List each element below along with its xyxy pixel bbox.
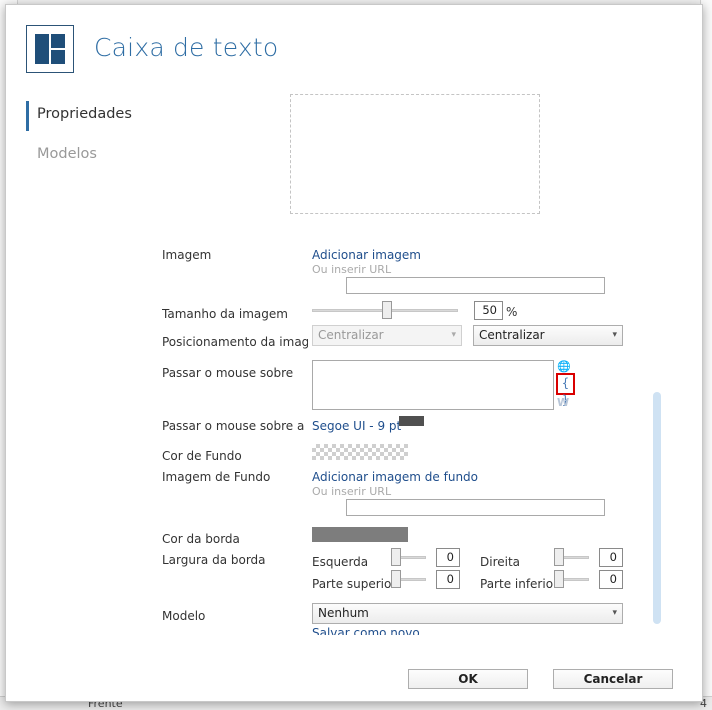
border-left-slider-thumb[interactable] bbox=[391, 548, 401, 566]
image-size-slider-thumb[interactable] bbox=[382, 301, 392, 319]
template-select[interactable]: Nenhum ▾ bbox=[312, 603, 623, 624]
dialog-title: Caixa de texto bbox=[94, 33, 279, 62]
border-left-input[interactable]: 0 bbox=[436, 548, 460, 567]
border-bottom-input[interactable]: 0 bbox=[599, 570, 623, 589]
border-top-slider-thumb[interactable] bbox=[391, 570, 401, 588]
hover-font-label: Passar o mouse sobre a fonte bbox=[162, 419, 308, 433]
textbox-preview bbox=[290, 94, 540, 214]
border-width-label: Largura da borda bbox=[162, 553, 266, 567]
hover-label: Passar o mouse sobre bbox=[162, 366, 294, 380]
ok-button[interactable]: OK bbox=[408, 669, 528, 689]
border-bottom-slider-thumb[interactable] bbox=[554, 570, 564, 588]
border-right-slider-thumb[interactable] bbox=[554, 548, 564, 566]
template-label: Modelo bbox=[162, 609, 206, 623]
word-icon[interactable]: W bbox=[557, 396, 569, 409]
border-color-swatch[interactable] bbox=[312, 527, 408, 542]
add-bg-image-link[interactable]: Adicionar imagem de fundo bbox=[312, 470, 478, 484]
image-size-percent: % bbox=[506, 305, 518, 319]
image-position-vertical-select[interactable]: Centralizar ▾ bbox=[473, 325, 623, 346]
image-position-horizontal-value: Centralizar bbox=[318, 328, 384, 342]
image-position-vertical-value: Centralizar bbox=[479, 328, 545, 342]
image-url-input[interactable] bbox=[346, 277, 605, 294]
border-color-label: Cor da borda bbox=[162, 532, 240, 546]
globe-icon[interactable]: 🌐 bbox=[557, 360, 571, 373]
image-position-horizontal-select: Centralizar ▾ bbox=[312, 325, 462, 346]
border-left-label: Esquerda bbox=[312, 555, 369, 569]
chevron-down-icon: ▾ bbox=[451, 330, 456, 340]
bg-color-swatch[interactable] bbox=[312, 444, 408, 460]
image-size-input[interactable]: 50 bbox=[474, 301, 503, 320]
image-position-label: Posicionamento da imagem bbox=[162, 335, 308, 349]
border-top-label: Parte superior bbox=[312, 577, 397, 591]
bg-image-url-hint: Ou inserir URL bbox=[312, 485, 392, 498]
image-url-hint: Ou inserir URL bbox=[312, 263, 392, 276]
border-bottom-label: Parte inferior bbox=[480, 577, 558, 591]
cancel-button[interactable]: Cancelar bbox=[553, 669, 673, 689]
chevron-down-icon: ▾ bbox=[612, 608, 617, 618]
hover-text-area[interactable] bbox=[312, 360, 554, 410]
border-right-label: Direita bbox=[480, 555, 521, 569]
image-size-label: Tamanho da imagem bbox=[162, 307, 288, 321]
nav-item-properties[interactable]: Propriedades bbox=[26, 101, 156, 131]
bg-image-label: Imagem de Fundo bbox=[162, 470, 271, 484]
border-right-input[interactable]: 0 bbox=[599, 548, 623, 567]
hover-font-color-swatch[interactable] bbox=[399, 416, 424, 426]
bg-color-label: Cor de Fundo bbox=[162, 449, 242, 463]
braces-icon[interactable]: { } bbox=[556, 373, 575, 407]
textbox-logo-icon bbox=[26, 25, 74, 73]
add-image-link[interactable]: Adicionar imagem bbox=[312, 248, 421, 262]
border-top-input[interactable]: 0 bbox=[436, 570, 460, 589]
image-label: Imagem bbox=[162, 248, 212, 262]
nav-item-templates[interactable]: Modelos bbox=[26, 141, 156, 171]
dialog-nav: Propriedades Modelos bbox=[26, 101, 156, 181]
form-scrollbar[interactable] bbox=[653, 392, 661, 624]
template-value: Nenhum bbox=[318, 606, 369, 620]
chevron-down-icon: ▾ bbox=[612, 330, 617, 340]
save-template-link[interactable]: Salvar como novo modelo bbox=[312, 626, 454, 635]
bg-image-url-input[interactable] bbox=[346, 499, 605, 516]
hover-font-link[interactable]: Segoe UI - 9 pt bbox=[312, 419, 401, 433]
